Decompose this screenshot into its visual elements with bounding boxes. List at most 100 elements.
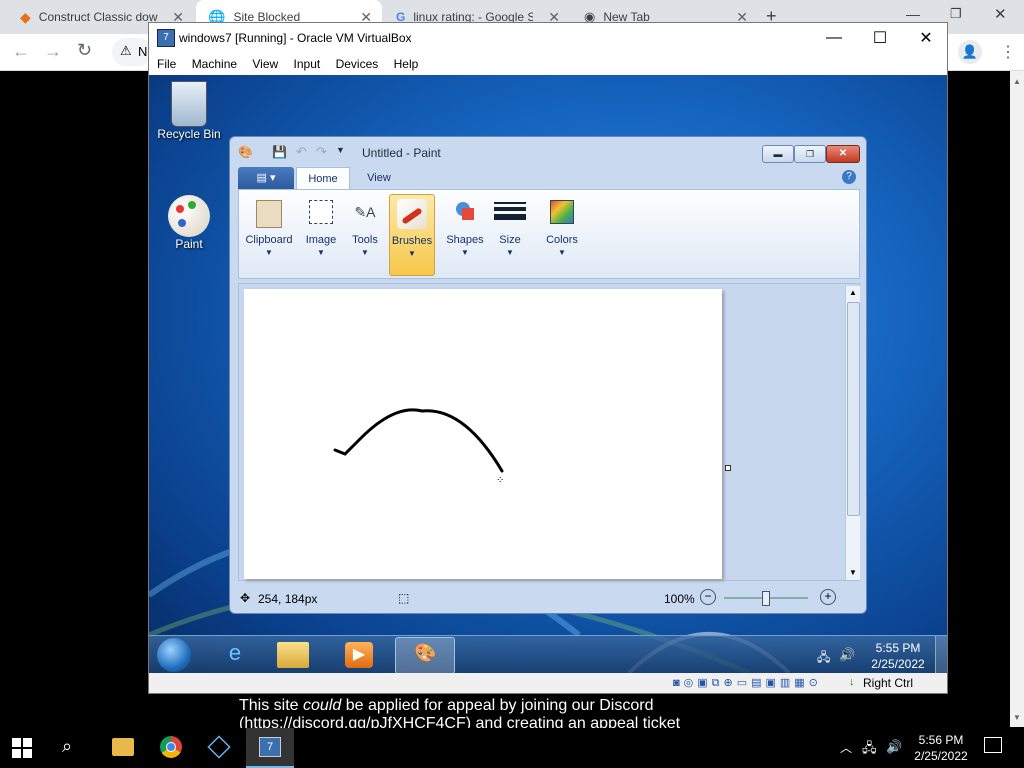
network-icon[interactable]: 🖧 bbox=[817, 648, 830, 669]
menu-help[interactable]: Help bbox=[394, 53, 419, 75]
group-label: Size bbox=[499, 234, 521, 246]
zoom-in-icon[interactable]: + bbox=[820, 589, 836, 605]
drawing-canvas[interactable]: ⁘ bbox=[244, 289, 731, 579]
omnibox-text: N bbox=[138, 44, 148, 59]
qat-dropdown-icon[interactable]: ▼ bbox=[336, 145, 345, 155]
redo-icon[interactable]: ↷ bbox=[316, 144, 327, 160]
clock-date: 2/25/2022 bbox=[914, 749, 968, 763]
group-label: Image bbox=[305, 234, 337, 246]
menu-machine[interactable]: Machine bbox=[192, 53, 237, 75]
dropdown-arrow-icon: ▼ bbox=[408, 249, 416, 258]
action-center-icon[interactable] bbox=[984, 737, 1002, 753]
explorer-folder-icon[interactable] bbox=[277, 642, 309, 668]
vbox-minimize-button[interactable]: — bbox=[811, 23, 857, 53]
paint-window: 🎨 💾 ↶ ↷ ▼ Untitled - Paint ▬ ❐ ✕ ▤ ▾ Hom… bbox=[229, 136, 867, 614]
menu-input[interactable]: Input bbox=[294, 53, 321, 75]
virtualbox-statusbar: ◙◎▣⧉⊕▭▤▣▥▦⊙ ↓ Right Ctrl bbox=[149, 673, 947, 693]
help-icon[interactable]: ? bbox=[842, 170, 856, 184]
taskbar-paint-button[interactable]: 🎨 bbox=[395, 637, 455, 673]
vbox-close-button[interactable]: ✕ bbox=[903, 23, 949, 53]
zoom-slider-thumb[interactable] bbox=[762, 591, 770, 606]
group-size[interactable]: Size ▼ bbox=[489, 194, 531, 276]
forward-icon[interactable]: → bbox=[44, 41, 62, 62]
desktop-icon-recycle-bin[interactable]: Recycle Bin bbox=[154, 81, 224, 141]
back-icon[interactable]: ← bbox=[12, 41, 30, 62]
omnibox[interactable]: ⚠ N bbox=[112, 38, 152, 66]
group-colors[interactable]: Colors ▼ bbox=[539, 194, 585, 276]
group-clipboard[interactable]: Clipboard ▼ bbox=[241, 194, 297, 276]
host-key-icon: ↓ bbox=[849, 676, 855, 688]
zoom-slider[interactable] bbox=[724, 591, 808, 606]
menu-file[interactable]: File bbox=[157, 53, 176, 75]
svg-text:⁘: ⁘ bbox=[496, 475, 504, 486]
network-icon[interactable]: 🖧 bbox=[862, 739, 877, 761]
zoom-out-icon[interactable]: − bbox=[700, 589, 716, 605]
message-text: be applied for appeal by joining our Dis… bbox=[341, 697, 654, 714]
vbox-maximize-button[interactable]: ☐ bbox=[857, 23, 903, 53]
group-image[interactable]: Image ▼ bbox=[299, 194, 343, 276]
windows-start-icon[interactable] bbox=[12, 738, 32, 758]
host-key-label: Right Ctrl bbox=[863, 676, 914, 690]
close-window-icon[interactable]: ✕ bbox=[994, 5, 1007, 23]
group-shapes[interactable]: Shapes ▼ bbox=[445, 194, 485, 276]
media-player-icon[interactable]: ▶ bbox=[345, 642, 373, 668]
tools-icon: ✎A bbox=[354, 204, 376, 220]
tab-title: Construct Classic dow bbox=[38, 10, 158, 24]
position-icon: ✥ bbox=[240, 591, 251, 605]
chevron-up-icon[interactable]: ︿ bbox=[840, 739, 852, 756]
kebab-menu-icon[interactable]: ⋮ bbox=[1000, 42, 1016, 62]
search-icon[interactable]: ⌕ bbox=[62, 736, 72, 757]
scroll-thumb[interactable] bbox=[847, 302, 860, 516]
paint-minimize-button[interactable]: ▬ bbox=[762, 145, 794, 163]
paint-maximize-button[interactable]: ❐ bbox=[794, 145, 826, 163]
group-brushes[interactable]: Brushes ▼ bbox=[389, 194, 435, 276]
show-desktop-button[interactable] bbox=[935, 636, 947, 673]
scroll-up-icon[interactable]: ▲ bbox=[1013, 77, 1021, 86]
start-button[interactable] bbox=[157, 638, 191, 672]
minimize-icon[interactable]: — bbox=[906, 6, 920, 22]
volume-icon[interactable]: 🔊 bbox=[886, 739, 902, 755]
page-scrollbar[interactable]: ▲ ▼ bbox=[1010, 71, 1024, 727]
vm-window-icon: 7 bbox=[259, 737, 281, 757]
dropdown-arrow-icon: ▼ bbox=[317, 248, 325, 257]
paint-app-icon: 🎨 bbox=[238, 145, 253, 159]
volume-icon[interactable]: 🔊 bbox=[839, 647, 855, 663]
paint-close-button[interactable]: ✕ bbox=[826, 145, 860, 163]
chrome-icon[interactable] bbox=[160, 736, 182, 758]
virtualbox-titlebar[interactable]: 7 windows7 [Running] - Oracle VM Virtual… bbox=[149, 23, 947, 53]
desktop-icon-label: Recycle Bin bbox=[157, 127, 221, 141]
paint-icon: 🎨 bbox=[414, 643, 437, 663]
paint-titlebar[interactable]: 🎨 💾 ↶ ↷ ▼ Untitled - Paint ▬ ❐ ✕ bbox=[230, 137, 866, 167]
undo-icon[interactable]: ↶ bbox=[296, 144, 307, 160]
internet-explorer-icon[interactable]: e bbox=[215, 640, 255, 670]
vbox-device-icons[interactable]: ◙◎▣⧉⊕▭▤▣▥▦⊙ bbox=[673, 676, 822, 690]
paint-app-menu-button[interactable]: ▤ ▾ bbox=[238, 167, 294, 189]
canvas-scrollbar[interactable]: ▲ ▼ bbox=[845, 286, 860, 580]
paint-icon bbox=[168, 195, 210, 237]
menu-view[interactable]: View bbox=[252, 53, 278, 75]
tab-home[interactable]: Home bbox=[296, 167, 350, 189]
file-explorer-icon[interactable] bbox=[112, 738, 134, 756]
scroll-down-icon[interactable]: ▼ bbox=[1013, 713, 1021, 722]
profile-avatar-icon[interactable]: 👤 bbox=[958, 40, 982, 64]
vm-window-taskbar-button[interactable]: 7 bbox=[246, 728, 294, 768]
desktop-icon-paint[interactable]: Paint bbox=[154, 195, 224, 251]
resize-handle[interactable] bbox=[725, 465, 731, 471]
restore-icon[interactable]: ❐ bbox=[950, 6, 962, 22]
group-label: Tools bbox=[352, 234, 378, 246]
virtualbox-taskbar-icon[interactable] bbox=[207, 735, 231, 759]
win7-clock[interactable]: 5:55 PM 2/25/2022 bbox=[863, 640, 933, 672]
recycle-bin-icon bbox=[171, 81, 207, 127]
reload-icon[interactable]: ↻ bbox=[77, 40, 92, 61]
drawn-curve: ⁘ bbox=[333, 408, 504, 486]
scroll-down-icon[interactable]: ▼ bbox=[849, 568, 857, 577]
group-tools[interactable]: ✎A Tools ▼ bbox=[345, 194, 385, 276]
save-icon[interactable]: 💾 bbox=[272, 145, 287, 159]
win10-clock[interactable]: 5:56 PM 2/25/2022 bbox=[908, 732, 974, 764]
scroll-up-icon[interactable]: ▲ bbox=[849, 288, 857, 297]
menu-devices[interactable]: Devices bbox=[336, 53, 379, 75]
message-emphasis: could bbox=[303, 697, 342, 714]
tab-view[interactable]: View bbox=[356, 167, 402, 189]
vm-screen[interactable]: Recycle Bin Paint 🎨 💾 ↶ ↷ ▼ Untitled - P… bbox=[149, 75, 947, 673]
canvas-area: ⁘ ▲ ▼ bbox=[238, 283, 860, 581]
